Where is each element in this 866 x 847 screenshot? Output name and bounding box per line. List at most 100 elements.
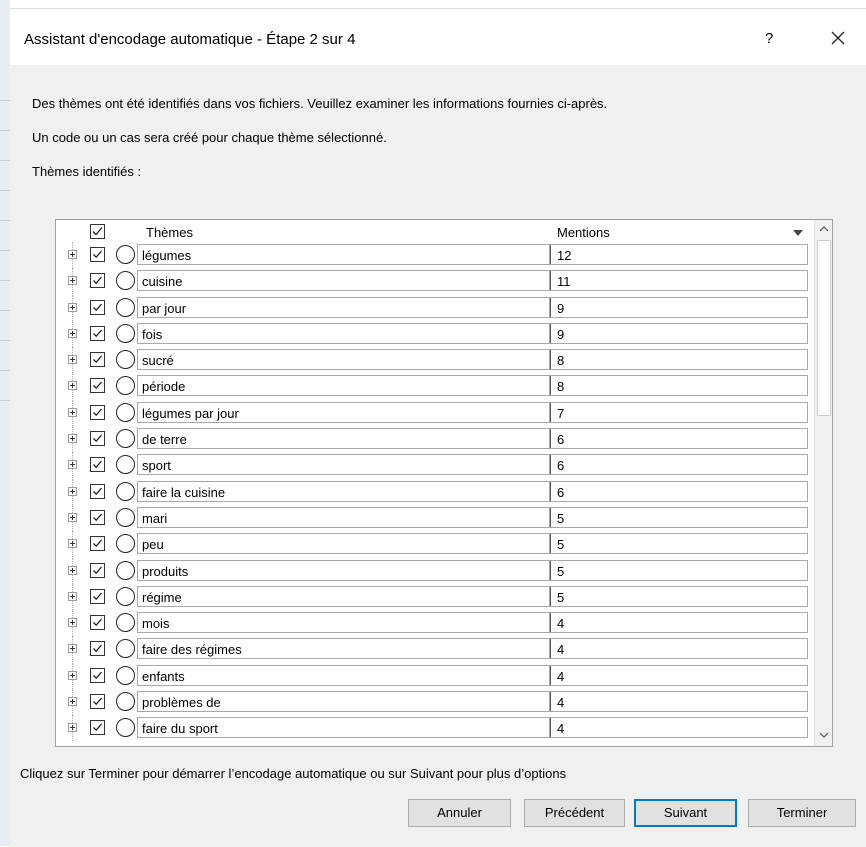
- theme-checkbox[interactable]: [90, 615, 105, 631]
- code-or-case-radio[interactable]: [116, 692, 135, 712]
- theme-cell[interactable]: par jour: [137, 296, 550, 318]
- expand-icon[interactable]: [68, 302, 77, 312]
- theme-checkbox[interactable]: [90, 273, 105, 289]
- theme-checkbox[interactable]: [90, 667, 105, 683]
- theme-cell[interactable]: faire des régimes: [137, 638, 550, 660]
- expand-icon[interactable]: [68, 486, 77, 496]
- theme-cell[interactable]: peu: [137, 533, 550, 555]
- theme-cell[interactable]: mari: [137, 506, 550, 528]
- code-or-case-radio[interactable]: [116, 350, 135, 370]
- vertical-scrollbar[interactable]: [814, 220, 832, 746]
- theme-checkbox[interactable]: [90, 562, 105, 578]
- theme-checkbox[interactable]: [90, 299, 105, 315]
- theme-checkbox[interactable]: [90, 457, 105, 473]
- theme-checkbox[interactable]: [90, 509, 105, 525]
- theme-checkbox[interactable]: [90, 325, 105, 341]
- expand-icon[interactable]: [68, 250, 77, 259]
- expand-icon[interactable]: [68, 618, 77, 628]
- theme-cell[interactable]: faire du sport: [137, 717, 550, 739]
- code-or-case-radio[interactable]: [116, 271, 135, 291]
- code-or-case-radio[interactable]: [116, 507, 135, 527]
- code-or-case-radio[interactable]: [116, 718, 135, 738]
- code-or-case-radio[interactable]: [116, 429, 135, 449]
- theme-cell[interactable]: sucré: [137, 349, 550, 371]
- theme-checkbox[interactable]: [90, 378, 105, 394]
- table-row[interactable]: problèmes de 4: [56, 689, 814, 716]
- code-or-case-radio[interactable]: [116, 481, 135, 501]
- expand-icon[interactable]: [68, 434, 77, 444]
- column-header-themes[interactable]: Thèmes: [146, 225, 193, 240]
- table-row[interactable]: de terre 6: [56, 426, 814, 453]
- table-row[interactable]: période 8: [56, 373, 814, 400]
- table-row[interactable]: sucré 8: [56, 347, 814, 374]
- theme-cell[interactable]: cuisine: [137, 270, 550, 292]
- code-or-case-radio[interactable]: [116, 376, 135, 396]
- theme-cell[interactable]: faire la cuisine: [137, 480, 550, 502]
- table-row[interactable]: faire des régimes 4: [56, 636, 814, 663]
- table-row[interactable]: faire du sport 4: [56, 715, 814, 742]
- theme-cell[interactable]: enfants: [137, 664, 550, 686]
- scroll-down-button[interactable]: [816, 726, 832, 743]
- expand-icon[interactable]: [68, 460, 77, 470]
- expand-icon[interactable]: [68, 644, 77, 654]
- code-or-case-radio[interactable]: [116, 534, 135, 554]
- theme-checkbox[interactable]: [90, 641, 105, 657]
- theme-cell[interactable]: mois: [137, 612, 550, 634]
- theme-cell[interactable]: légumes: [137, 244, 550, 265]
- finish-button[interactable]: Terminer: [748, 799, 856, 827]
- theme-checkbox[interactable]: [90, 404, 105, 420]
- theme-checkbox[interactable]: [90, 694, 105, 710]
- table-row[interactable]: produits 5: [56, 557, 814, 584]
- table-row[interactable]: faire la cuisine 6: [56, 478, 814, 505]
- theme-checkbox[interactable]: [90, 431, 105, 447]
- select-all-checkbox[interactable]: [90, 224, 105, 239]
- table-row[interactable]: mois 4: [56, 610, 814, 637]
- table-row[interactable]: régime 5: [56, 583, 814, 610]
- table-row[interactable]: fois 9: [56, 320, 814, 347]
- code-or-case-radio[interactable]: [116, 297, 135, 317]
- table-row[interactable]: peu 5: [56, 531, 814, 558]
- theme-checkbox[interactable]: [90, 483, 105, 499]
- theme-checkbox[interactable]: [90, 247, 105, 262]
- theme-cell[interactable]: fois: [137, 322, 550, 344]
- code-or-case-radio[interactable]: [116, 613, 135, 633]
- expand-icon[interactable]: [68, 381, 77, 391]
- code-or-case-radio[interactable]: [116, 560, 135, 580]
- close-button[interactable]: [826, 26, 850, 50]
- expand-icon[interactable]: [68, 591, 77, 601]
- expand-icon[interactable]: [68, 328, 77, 338]
- code-or-case-radio[interactable]: [116, 639, 135, 659]
- theme-cell[interactable]: de terre: [137, 428, 550, 450]
- theme-cell[interactable]: produits: [137, 559, 550, 581]
- code-or-case-radio[interactable]: [116, 665, 135, 685]
- code-or-case-radio[interactable]: [116, 245, 135, 264]
- theme-cell[interactable]: période: [137, 375, 550, 397]
- expand-icon[interactable]: [68, 407, 77, 417]
- expand-icon[interactable]: [68, 276, 77, 286]
- expand-icon[interactable]: [68, 565, 77, 575]
- theme-checkbox[interactable]: [90, 720, 105, 736]
- cancel-button[interactable]: Annuler: [408, 799, 511, 827]
- code-or-case-radio[interactable]: [116, 323, 135, 343]
- theme-cell[interactable]: problèmes de: [137, 691, 550, 713]
- expand-icon[interactable]: [68, 723, 77, 733]
- expand-icon[interactable]: [68, 355, 77, 365]
- column-header-mentions[interactable]: Mentions: [557, 225, 610, 240]
- theme-checkbox[interactable]: [90, 588, 105, 604]
- table-row[interactable]: par jour 9: [56, 294, 814, 321]
- sort-descending-icon[interactable]: [793, 225, 803, 243]
- scroll-up-button[interactable]: [816, 221, 832, 238]
- table-row[interactable]: légumes par jour 7: [56, 399, 814, 426]
- theme-checkbox[interactable]: [90, 352, 105, 368]
- table-row[interactable]: cuisine 11: [56, 268, 814, 295]
- scrollbar-thumb[interactable]: [817, 240, 831, 416]
- expand-icon[interactable]: [68, 697, 77, 707]
- help-button[interactable]: ?: [765, 30, 773, 47]
- code-or-case-radio[interactable]: [116, 402, 135, 422]
- table-row[interactable]: légumes 12: [56, 242, 814, 268]
- theme-checkbox[interactable]: [90, 536, 105, 552]
- next-button[interactable]: Suivant: [634, 799, 737, 827]
- table-row[interactable]: enfants 4: [56, 662, 814, 689]
- table-row[interactable]: sport 6: [56, 452, 814, 479]
- expand-icon[interactable]: [68, 670, 77, 680]
